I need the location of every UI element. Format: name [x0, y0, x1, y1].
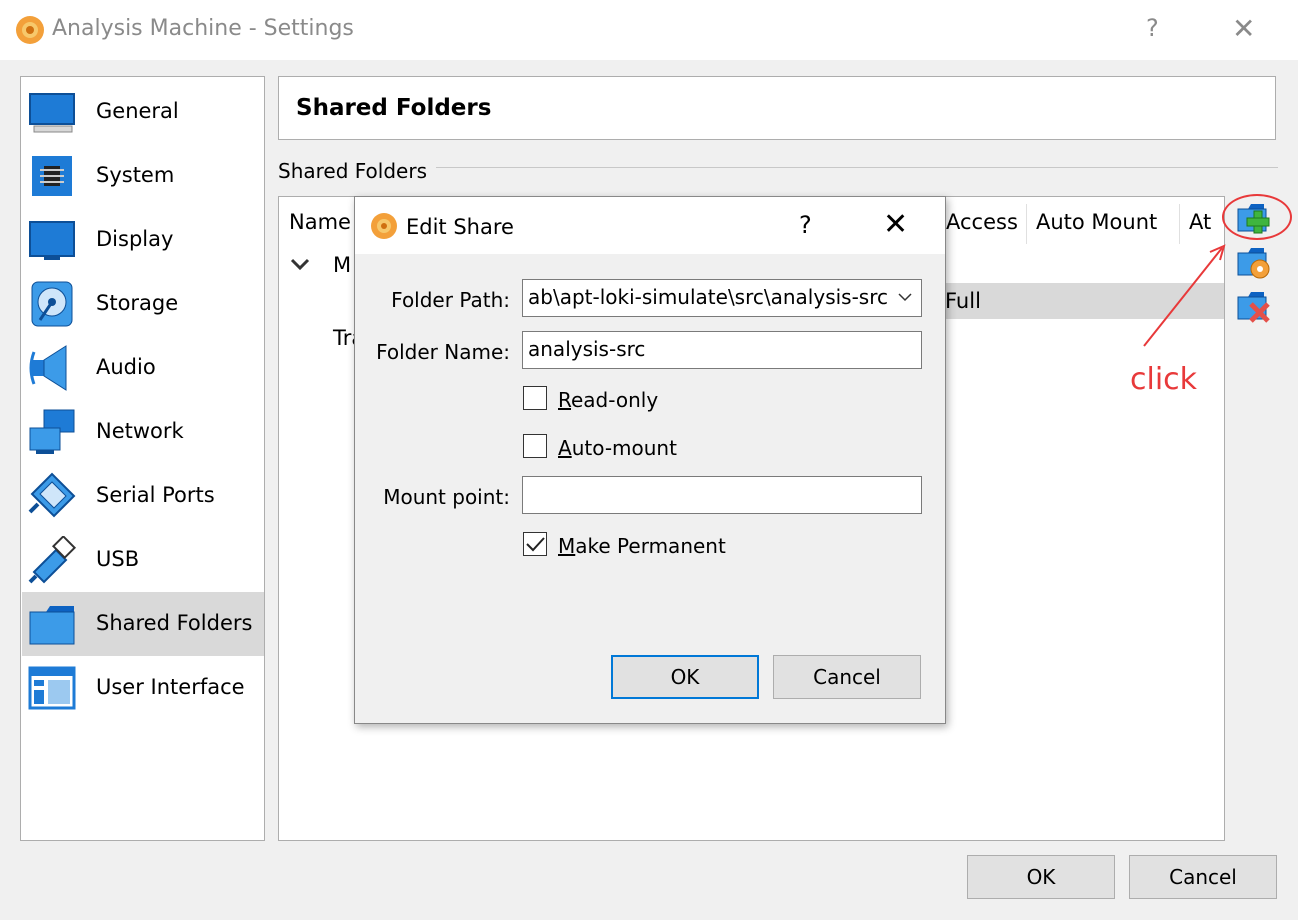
virtualbox-logo-icon — [16, 16, 44, 44]
sidebar-item-display[interactable]: Display — [22, 208, 264, 272]
speaker-icon — [29, 345, 67, 391]
annotation-arrow — [1143, 244, 1226, 347]
folder-name-field[interactable]: analysis-src — [522, 331, 922, 369]
column-header-access[interactable]: Access — [946, 210, 1018, 234]
folder-path-label: Folder Path: — [391, 288, 510, 312]
sidebar-item-label: Audio — [96, 355, 156, 379]
sidebar-item-audio[interactable]: Audio — [22, 336, 264, 400]
sidebar-item-label: System — [96, 163, 175, 187]
sidebar-item-label: Serial Ports — [96, 483, 215, 507]
make-permanent-label[interactable]: Make Permanent — [558, 534, 726, 558]
dialog-help-button[interactable]: ? — [799, 211, 812, 239]
mount-point-field[interactable] — [522, 476, 922, 514]
page-title: Shared Folders — [296, 95, 492, 121]
column-divider — [1179, 204, 1180, 244]
sidebar-item-storage[interactable]: Storage — [22, 272, 264, 336]
folder-path-value: ab\apt-loki-simulate\src\analysis-src — [528, 285, 889, 309]
close-button[interactable]: ✕ — [1232, 12, 1255, 45]
sidebar-item-label: Storage — [96, 291, 179, 315]
chevron-down-icon[interactable] — [290, 258, 310, 272]
access-cell: Full — [945, 289, 981, 313]
checkmark-icon — [526, 537, 545, 552]
dialog-title: Edit Share — [406, 215, 514, 239]
window-title: Analysis Machine - Settings — [52, 16, 354, 41]
help-button[interactable]: ? — [1146, 14, 1159, 42]
sidebar-item-network[interactable]: Network — [22, 400, 264, 464]
read-only-checkbox[interactable] — [523, 386, 547, 410]
auto-mount-checkbox[interactable] — [523, 434, 547, 458]
settings-sidebar: General System Display Storage Audio Net… — [20, 76, 265, 841]
dialog-cancel-button[interactable]: Cancel — [773, 655, 921, 699]
sidebar-item-label: General — [96, 99, 179, 123]
sidebar-item-shared-folders[interactable]: Shared Folders — [22, 592, 264, 656]
serial-port-icon — [28, 472, 76, 518]
mount-point-label: Mount point: — [383, 485, 510, 509]
column-header-at[interactable]: At — [1189, 210, 1211, 234]
display-icon — [29, 221, 75, 260]
sidebar-item-usb[interactable]: USB — [22, 528, 264, 592]
sidebar-item-general[interactable]: General — [22, 80, 264, 144]
sidebar-item-system[interactable]: System — [22, 144, 264, 208]
window-icon — [28, 666, 76, 710]
disk-icon — [31, 281, 73, 327]
monitor-icon — [29, 93, 75, 133]
edit-share-dialog: Edit Share ? ✕ Folder Path: ab\apt-loki-… — [354, 196, 946, 724]
auto-mount-label[interactable]: Auto-mount — [558, 436, 677, 460]
chevron-down-icon[interactable] — [897, 292, 913, 304]
sidebar-item-label: Display — [96, 227, 174, 251]
ok-button[interactable]: OK — [967, 855, 1115, 899]
group-label: Shared Folders — [278, 159, 427, 183]
column-header-name[interactable]: Name — [289, 210, 351, 234]
usb-icon — [28, 536, 77, 584]
sidebar-item-label: Shared Folders — [96, 611, 253, 635]
make-permanent-checkbox[interactable] — [523, 532, 547, 556]
sidebar-item-user-interface[interactable]: User Interface — [22, 656, 264, 720]
cancel-button[interactable]: Cancel — [1129, 855, 1277, 899]
tree-row-machine[interactable]: M — [333, 253, 351, 277]
column-header-auto-mount[interactable]: Auto Mount — [1036, 210, 1157, 234]
dialog-ok-button[interactable]: OK — [611, 655, 759, 699]
chip-icon — [32, 156, 72, 196]
column-divider — [1026, 204, 1027, 244]
sidebar-item-serial-ports[interactable]: Serial Ports — [22, 464, 264, 528]
sidebar-item-label: USB — [96, 547, 140, 571]
network-icon — [29, 409, 75, 454]
dialog-close-button[interactable]: ✕ — [883, 207, 908, 242]
read-only-label[interactable]: Read-only — [558, 388, 658, 412]
folder-name-label: Folder Name: — [376, 340, 510, 364]
group-divider — [436, 167, 1278, 168]
annotation-label: click — [1130, 362, 1198, 397]
edit-share-icon[interactable] — [1236, 245, 1272, 279]
annotation-circle — [1222, 194, 1292, 240]
folder-path-combobox[interactable]: ab\apt-loki-simulate\src\analysis-src — [522, 279, 922, 317]
sidebar-item-label: User Interface — [96, 675, 245, 699]
sidebar-item-label: Network — [96, 419, 184, 443]
virtualbox-logo-icon — [371, 213, 397, 239]
remove-share-icon[interactable] — [1236, 289, 1272, 323]
folder-icon — [29, 606, 75, 645]
